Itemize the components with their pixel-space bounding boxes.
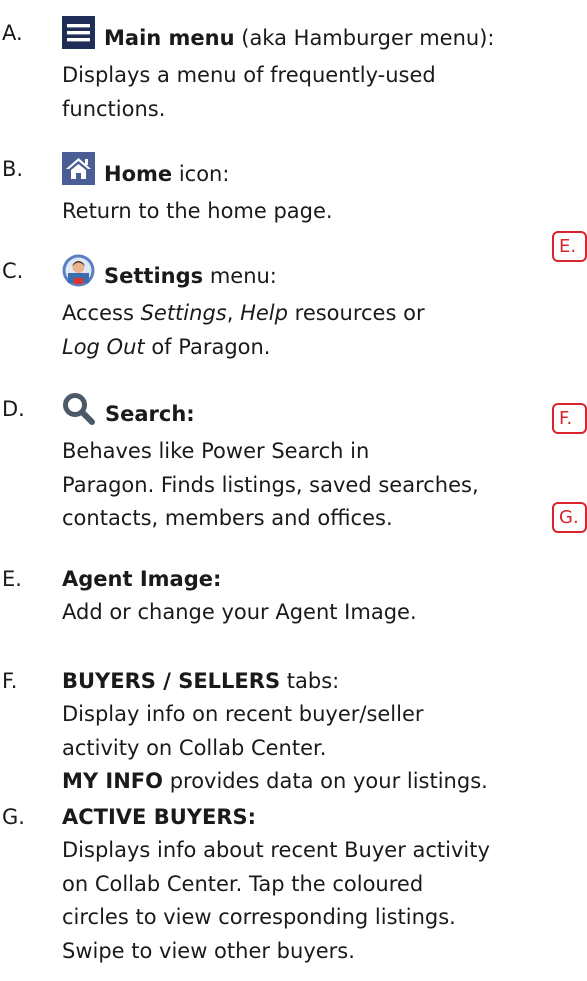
item-description-line: circles to view corresponding listings. xyxy=(62,905,456,929)
item-letter: B. xyxy=(2,157,24,181)
item-title: Search: xyxy=(105,401,195,426)
item-title-suffix: icon: xyxy=(178,161,230,186)
item-description-line: Display info on recent buyer/seller xyxy=(62,702,424,726)
item-description-line: activity on Collab Center. xyxy=(62,735,327,760)
hamburger-icon xyxy=(62,16,95,59)
item-title: BUYERS / SELLERS xyxy=(62,669,281,693)
item-description-line: Log Out of Paragon. xyxy=(62,334,271,359)
item-description-line: Displays a menu of frequently-used xyxy=(62,63,436,87)
item-description-line: Behaves like Power Search in xyxy=(62,439,370,463)
item-letter: D. xyxy=(2,397,25,421)
item-letter: A. xyxy=(2,21,23,45)
item-title: ACTIVE BUYERS: xyxy=(62,805,257,829)
item-letter: C. xyxy=(2,259,24,283)
item-description-line: Paragon. Finds listings, saved searches, xyxy=(62,472,479,497)
item-title: Home xyxy=(104,161,173,186)
item-title: Settings xyxy=(104,263,204,288)
callout-label-f: F. xyxy=(552,403,587,434)
item-description-line: on Collab Center. Tap the coloured xyxy=(62,871,424,896)
callout-label-e: E. xyxy=(552,231,587,262)
search-icon xyxy=(62,392,96,435)
item-description-line: Add or change your Agent Image. xyxy=(62,600,417,624)
item-description-line: functions. xyxy=(62,96,166,121)
item-letter: G. xyxy=(2,805,25,829)
item-title: Main menu xyxy=(104,25,235,50)
item-description-line: Access Settings, Help resources or xyxy=(62,301,425,325)
item-letter: E. xyxy=(2,567,22,591)
item-description-line: Swipe to view other buyers. xyxy=(62,938,355,963)
item-title-suffix: menu: xyxy=(209,263,277,288)
item-description-line: contacts, members and offices. xyxy=(62,506,393,530)
callout-label-g: G. xyxy=(552,502,587,533)
item-description-line: Return to the home page. xyxy=(62,199,333,223)
item-letter: F. xyxy=(2,669,18,693)
item-title-suffix: (aka Hamburger menu): xyxy=(241,25,495,50)
item-description-line: MY INFO provides data on your listings. xyxy=(62,769,488,793)
settings-avatar-icon xyxy=(62,254,95,297)
item-title-suffix: tabs: xyxy=(286,669,340,693)
item-title: Agent Image: xyxy=(62,567,222,591)
item-description-line: Displays info about recent Buyer activit… xyxy=(62,838,490,862)
home-icon xyxy=(62,152,95,195)
